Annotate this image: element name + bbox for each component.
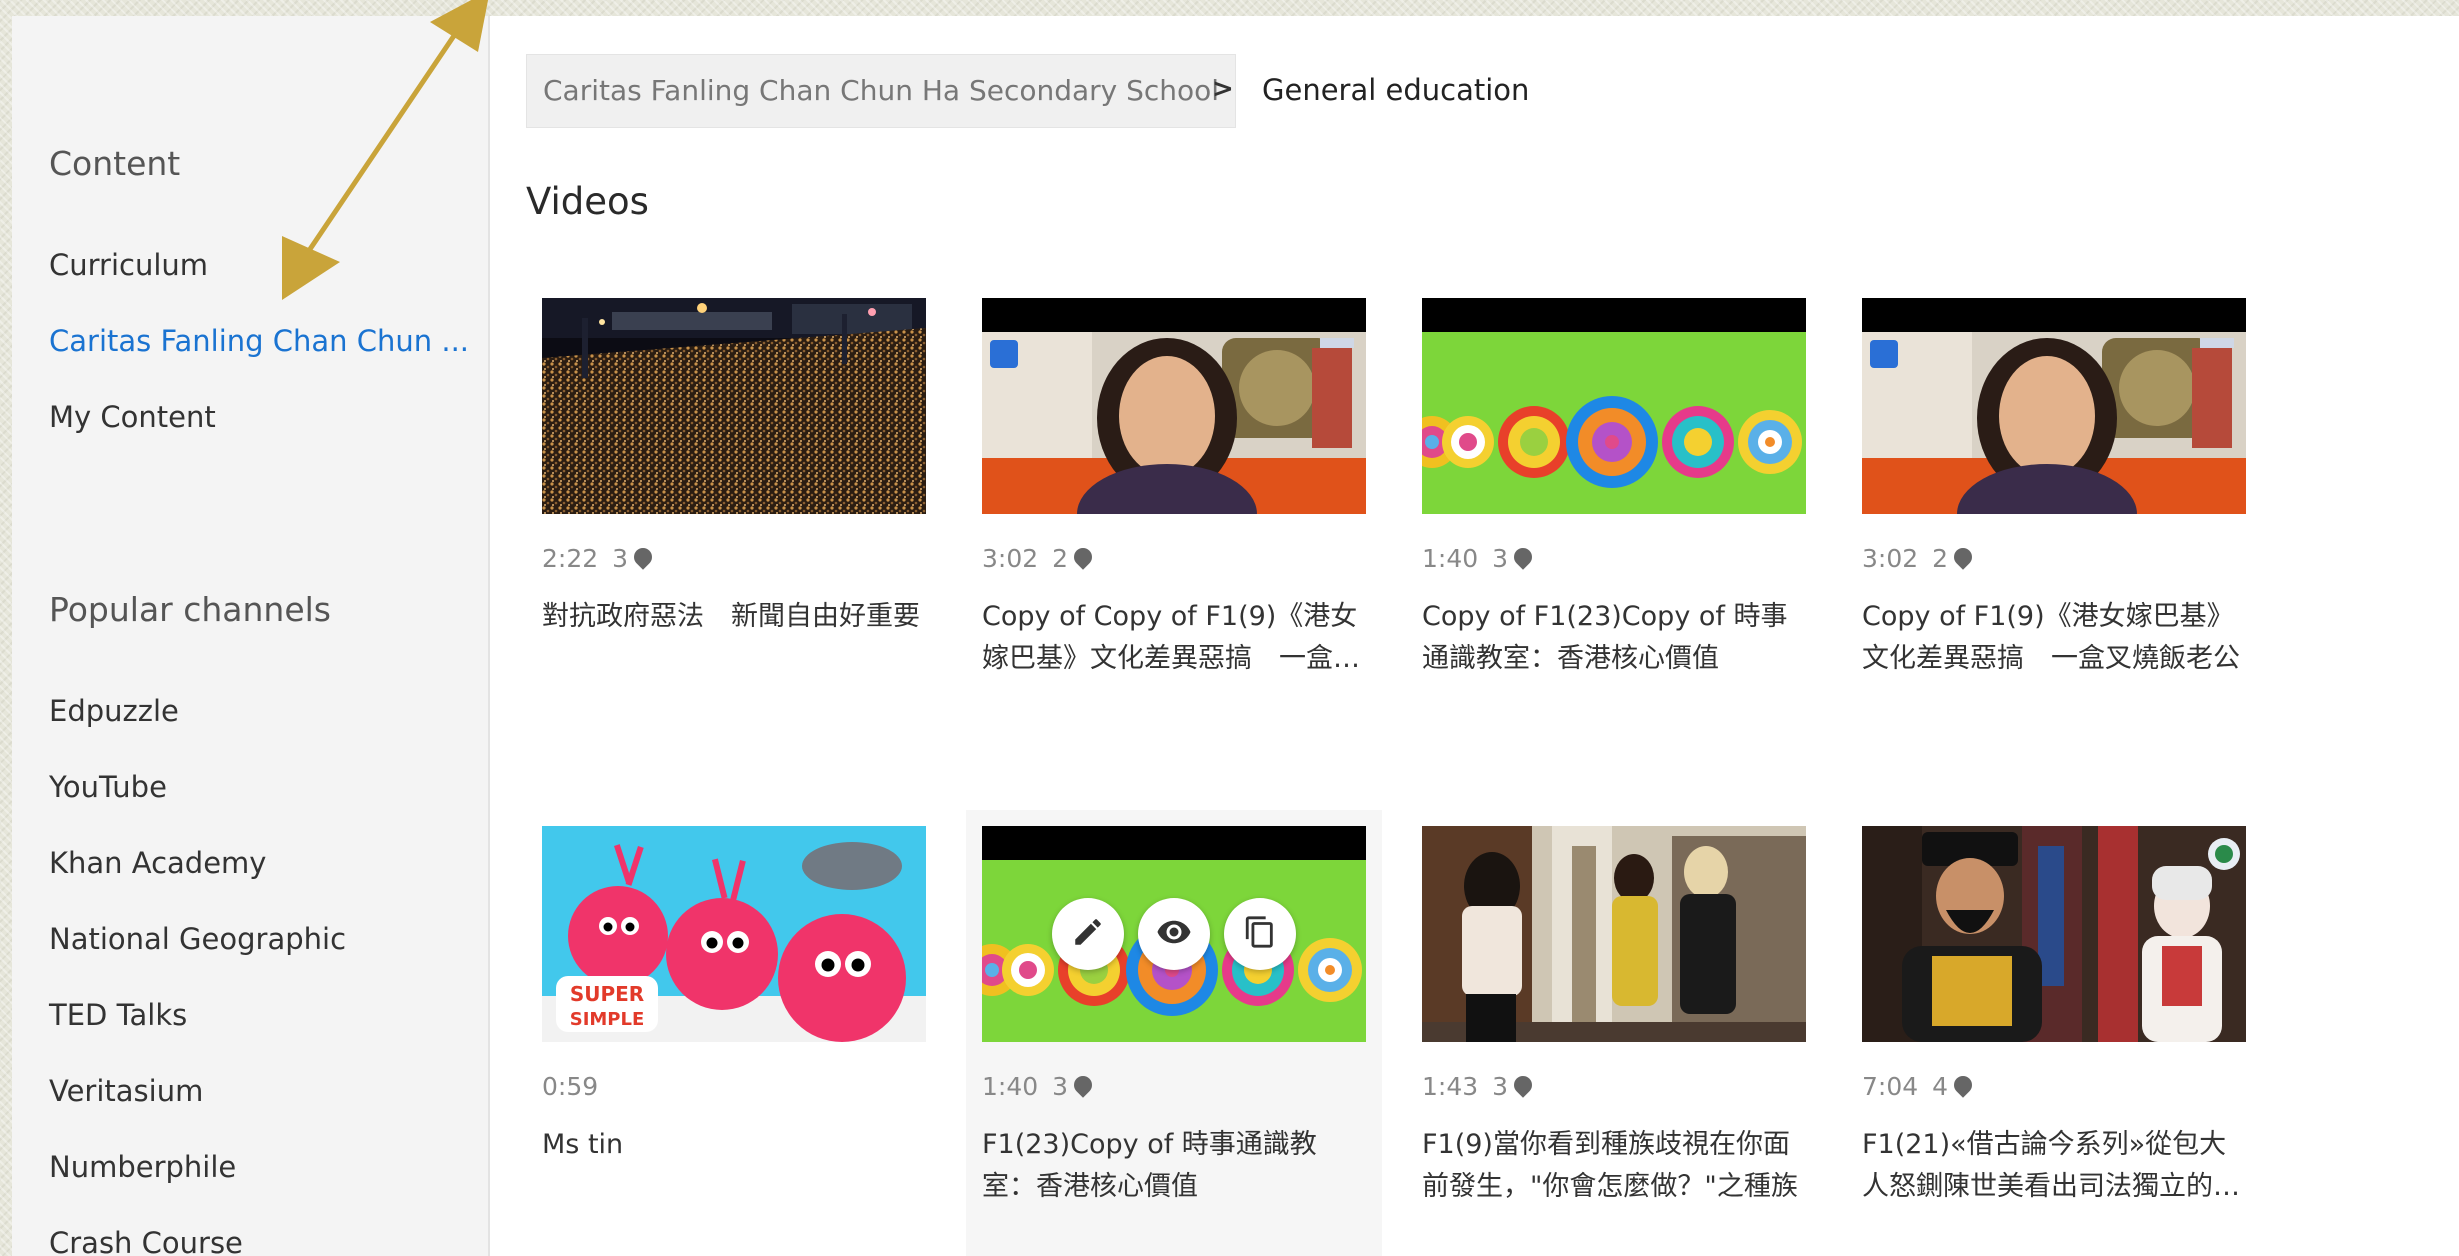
video-card[interactable]: SUPER SIMPLE 0:59 Ms tin <box>526 810 942 1256</box>
video-card[interactable]: 1:40 3 F1(23)Copy of 時事通識教室：香港核心價值 <box>966 810 1382 1256</box>
video-meta: 3:02 2 <box>1862 544 1976 573</box>
video-thumbnail[interactable]: SUPER SIMPLE <box>542 826 926 1042</box>
breadcrumb-current: General education <box>1262 73 1530 107</box>
video-thumbnail[interactable] <box>1862 298 2246 514</box>
video-card[interactable]: 3:02 2 Copy of Copy of F1(9)《港女嫁巴基》文化差異惡搞… <box>966 282 1382 752</box>
question-count: 3 <box>612 544 629 573</box>
video-duration: 1:40 <box>982 1072 1039 1101</box>
sidebar-item-crash-course[interactable]: Crash Course <box>49 1226 243 1256</box>
copy-button[interactable] <box>1224 898 1296 970</box>
video-title[interactable]: F1(9)當你看到種族歧視在你面前發生，"你會怎麼做？"之種族 <box>1422 1124 1806 1208</box>
video-meta: 3:02 2 <box>982 544 1096 573</box>
video-thumbnail[interactable] <box>982 298 1366 514</box>
sidebar-item-national-geographic[interactable]: National Geographic <box>49 922 346 956</box>
video-meta: 0:59 <box>542 1072 598 1101</box>
sidebar: Content Curriculum Caritas Fanling Chan … <box>12 16 490 1256</box>
sidebar-item-khan-academy[interactable]: Khan Academy <box>49 846 266 880</box>
video-title[interactable]: Copy of Copy of F1(9)《港女嫁巴基》文化差異惡搞 一盒叉燒飯… <box>982 596 1366 680</box>
thumb-simple-text: SIMPLE <box>570 1009 645 1030</box>
question-pin-icon <box>1510 1072 1536 1098</box>
video-duration: 2:22 <box>542 544 599 573</box>
sidebar-item-youtube[interactable]: YouTube <box>49 770 167 804</box>
video-card[interactable]: 1:40 3 Copy of F1(23)Copy of 時事通識教室：香港核心價… <box>1406 282 1822 752</box>
question-count: 2 <box>1052 544 1069 573</box>
video-meta: 1:40 3 <box>982 1072 1096 1101</box>
question-pin-icon <box>1070 1072 1096 1098</box>
video-duration: 1:40 <box>1422 544 1479 573</box>
video-title[interactable]: Copy of F1(23)Copy of 時事通識教室：香港核心價值 <box>1422 596 1806 680</box>
video-title[interactable]: Ms tin <box>542 1124 926 1166</box>
question-count: 4 <box>1932 1072 1949 1101</box>
edit-button[interactable] <box>1052 898 1124 970</box>
video-card[interactable]: 2:22 3 對抗政府惡法 新聞自由好重要 <box>526 282 942 752</box>
main-content: Caritas Fanling Chan Chun Ha Secondary S… <box>490 16 2459 1256</box>
question-count: 2 <box>1932 544 1949 573</box>
video-card[interactable]: 7:04 4 F1(21)«借古論今系列»從包大人怒鍘陳世美看出司法獨立的重要 <box>1846 810 2262 1256</box>
question-pin-icon <box>1950 1072 1976 1098</box>
breadcrumb-parent[interactable]: Caritas Fanling Chan Chun Ha Secondary S… <box>526 54 1237 128</box>
sidebar-item-my-content[interactable]: My Content <box>49 400 216 434</box>
copy-icon <box>1243 915 1277 953</box>
video-title[interactable]: 對抗政府惡法 新聞自由好重要 <box>542 596 926 638</box>
video-thumbnail[interactable] <box>1862 826 2246 1042</box>
breadcrumb-separator: > <box>1212 74 1234 104</box>
video-title[interactable]: F1(23)Copy of 時事通識教室：香港核心價值 <box>982 1124 1366 1208</box>
video-card[interactable]: 3:02 2 Copy of F1(9)《港女嫁巴基》文化差異惡搞 一盒叉燒飯老公 <box>1846 282 2262 752</box>
sidebar-item-veritasium[interactable]: Veritasium <box>49 1074 203 1108</box>
video-duration: 3:02 <box>982 544 1039 573</box>
sidebar-item-ted-talks[interactable]: TED Talks <box>49 998 187 1032</box>
sidebar-heading-content: Content <box>49 144 181 183</box>
video-meta: 1:40 3 <box>1422 544 1536 573</box>
video-meta: 1:43 3 <box>1422 1072 1536 1101</box>
video-duration: 3:02 <box>1862 544 1919 573</box>
question-count: 3 <box>1052 1072 1069 1101</box>
video-duration: 0:59 <box>542 1072 599 1101</box>
video-title[interactable]: F1(21)«借古論今系列»從包大人怒鍘陳世美看出司法獨立的重要 <box>1862 1124 2246 1208</box>
video-duration: 1:43 <box>1422 1072 1479 1101</box>
sidebar-item-curriculum[interactable]: Curriculum <box>49 248 208 282</box>
question-pin-icon <box>1070 544 1096 570</box>
video-thumbnail[interactable] <box>1422 826 1806 1042</box>
sidebar-item-numberphile[interactable]: Numberphile <box>49 1150 236 1184</box>
video-thumbnail[interactable] <box>1422 298 1806 514</box>
thumb-super-text: SUPER <box>570 982 644 1006</box>
video-meta: 2:22 3 <box>542 544 656 573</box>
sidebar-item-school[interactable]: Caritas Fanling Chan Chun ... <box>49 324 469 358</box>
question-count: 3 <box>1492 544 1509 573</box>
pencil-icon <box>1071 915 1105 953</box>
app-window: Content Curriculum Caritas Fanling Chan … <box>12 16 2459 1256</box>
video-title[interactable]: Copy of F1(9)《港女嫁巴基》文化差異惡搞 一盒叉燒飯老公 <box>1862 596 2246 680</box>
video-meta: 7:04 4 <box>1862 1072 1976 1101</box>
question-pin-icon <box>1950 544 1976 570</box>
question-pin-icon <box>630 544 656 570</box>
question-count: 3 <box>1492 1072 1509 1101</box>
eye-icon <box>1156 914 1192 954</box>
section-title: Videos <box>526 180 649 223</box>
preview-button[interactable] <box>1138 898 1210 970</box>
video-thumbnail[interactable] <box>542 298 926 514</box>
sidebar-item-edpuzzle[interactable]: Edpuzzle <box>49 694 179 728</box>
sidebar-heading-channels: Popular channels <box>49 590 331 629</box>
question-pin-icon <box>1510 544 1536 570</box>
video-card[interactable]: 1:43 3 F1(9)當你看到種族歧視在你面前發生，"你會怎麼做？"之種族 <box>1406 810 1822 1256</box>
video-duration: 7:04 <box>1862 1072 1919 1101</box>
